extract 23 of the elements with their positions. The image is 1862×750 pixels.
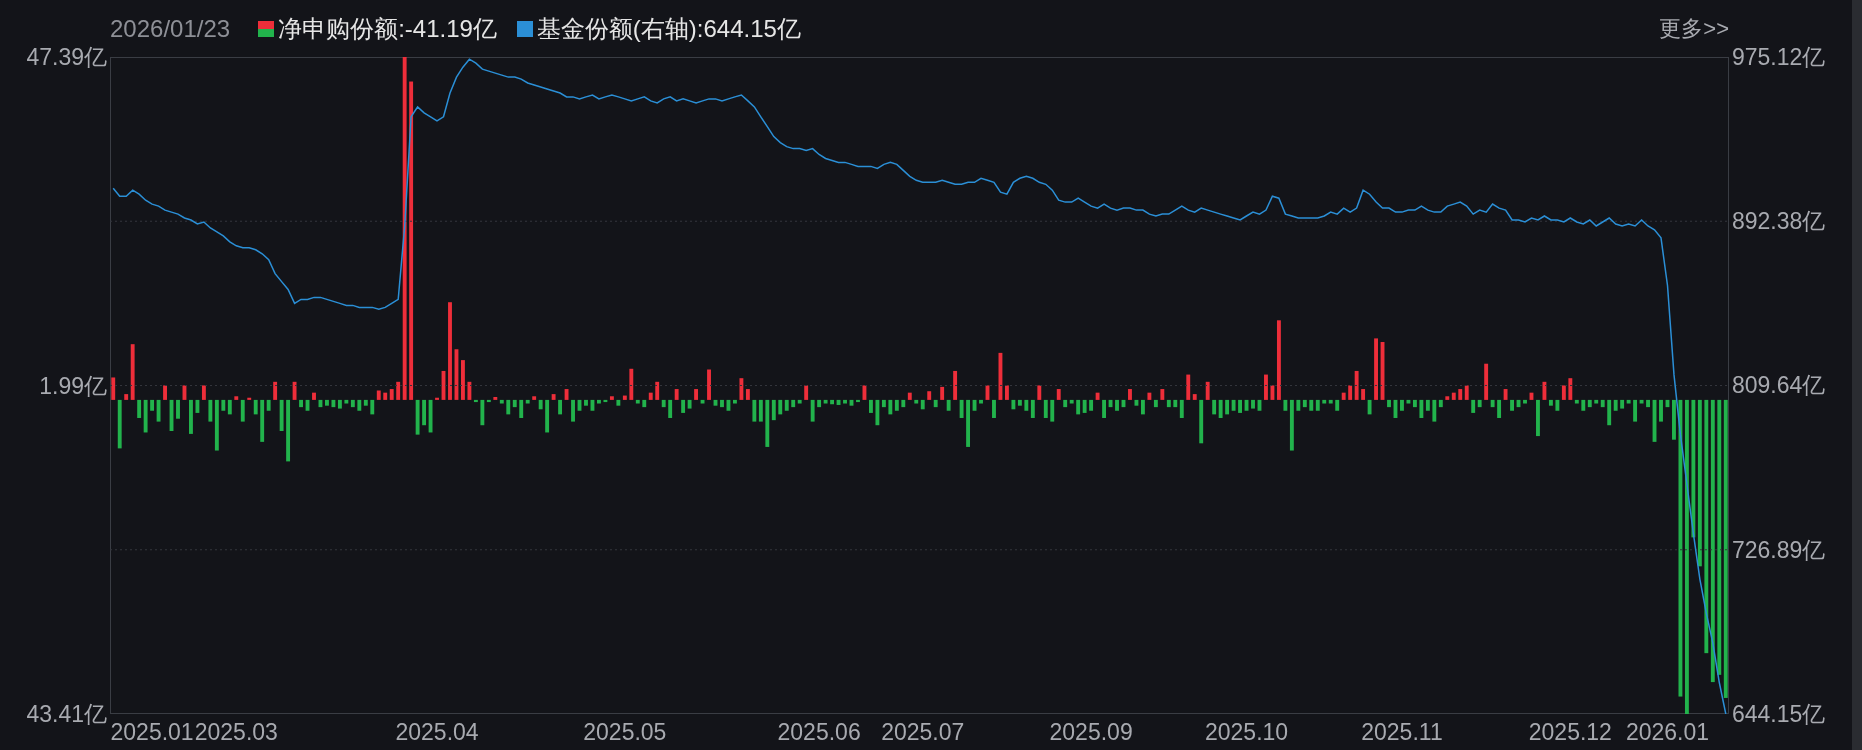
axis-label: 2025.06	[777, 721, 861, 744]
axis-label: 2025.03	[194, 721, 278, 744]
legend-label: 基金份额(右轴):644.15亿	[536, 13, 801, 44]
date-label: 2026/01/23	[110, 13, 231, 44]
axis-label: 892.38亿	[1732, 209, 1826, 233]
axis-label: 2025.01	[110, 721, 194, 744]
axis-label: 43.41亿	[26, 702, 107, 726]
axis-label: 975.12亿	[1732, 45, 1826, 69]
legend-label: 净申购份额:-41.19亿	[278, 13, 497, 44]
axis-label: 47.39亿	[26, 45, 107, 69]
axis-label: 2025.12	[1528, 721, 1612, 744]
axis-label: 809.64亿	[1732, 374, 1826, 397]
axis-label: 726.89亿	[1732, 538, 1826, 562]
axis-label: 2025.09	[1049, 721, 1133, 744]
axis-label: 2025.04	[395, 721, 479, 744]
axis-label: 2025.10	[1204, 721, 1289, 744]
axis-label: 1.99亿	[39, 374, 107, 397]
axis-label: 2025.05	[583, 721, 667, 744]
axis-label: 2026.01	[1625, 721, 1710, 744]
axis-label: 2025.07	[881, 721, 965, 744]
axis-label: 2025.11	[1361, 721, 1443, 744]
more-link[interactable]: 更多>>	[1659, 12, 1729, 45]
axis-label: 644.15亿	[1732, 702, 1826, 726]
